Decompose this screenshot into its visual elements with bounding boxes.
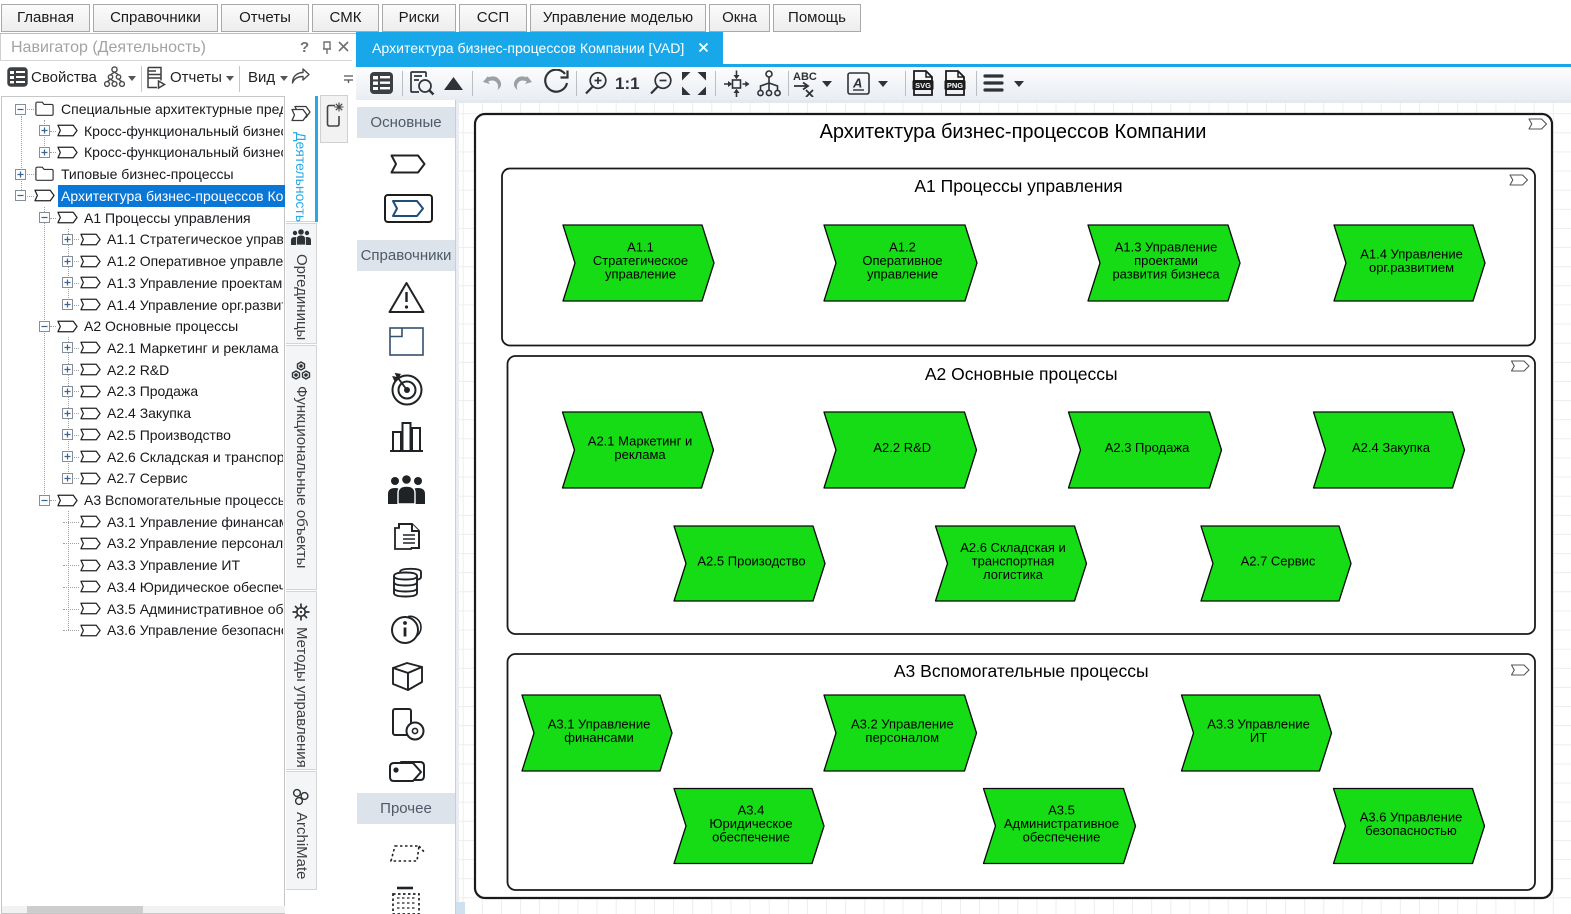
svg-text:ABC: ABC (793, 71, 817, 83)
svg-text:Архитектура бизнес-процессов К: Архитектура бизнес-процессов Компании (820, 121, 1207, 143)
svg-text:A: A (852, 76, 862, 91)
svg-text:реклама: реклама (614, 447, 666, 462)
svg-text:обеспечение: обеспечение (1023, 830, 1101, 845)
svg-text:обеспечение: обеспечение (712, 830, 790, 845)
svg-text:А2.5 Произодство: А2.5 Произодство (697, 554, 805, 569)
svg-text:А2.2 R&D: А2.2 R&D (873, 440, 931, 455)
svg-text:безопасностью: безопасностью (1365, 823, 1457, 838)
svg-text:SVG: SVG (915, 81, 931, 90)
svg-text:А3 Вспомогательные процессы: А3 Вспомогательные процессы (894, 661, 1149, 681)
svg-text:персоналом: персоналом (865, 730, 939, 745)
svg-text:управление: управление (867, 267, 938, 282)
svg-text:логистика: логистика (983, 567, 1044, 582)
svg-text:А1 Процессы управления: А1 Процессы управления (914, 176, 1122, 196)
svg-text:PNG: PNG (947, 81, 963, 90)
svg-text:управление: управление (605, 267, 676, 282)
svg-text:развития бизнеса: развития бизнеса (1112, 267, 1220, 282)
svg-text:А2.4 Закупка: А2.4 Закупка (1352, 440, 1431, 455)
svg-text:орг.развитием: орг.развитием (1369, 260, 1454, 275)
svg-text:ИТ: ИТ (1250, 730, 1267, 745)
svg-text:А2 Основные процессы: А2 Основные процессы (925, 364, 1118, 384)
svg-text:А2.7 Сервис: А2.7 Сервис (1241, 554, 1316, 569)
svg-text:финансами: финансами (564, 730, 633, 745)
svg-text:А2.3 Продажа: А2.3 Продажа (1105, 440, 1190, 455)
